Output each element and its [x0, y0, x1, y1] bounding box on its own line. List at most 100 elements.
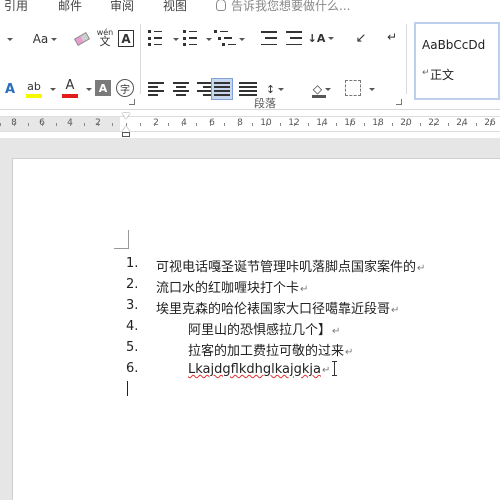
show-hide-marks-button[interactable]: ↙ — [352, 29, 370, 47]
first-line-indent-marker[interactable] — [122, 113, 130, 119]
text-effects-button[interactable]: A — [0, 80, 20, 98]
increase-indent-button[interactable] — [282, 31, 302, 45]
ruler-tick — [56, 123, 57, 126]
character-shading-button[interactable]: A — [95, 80, 111, 96]
paragraph-mark-button[interactable]: ↵ — [384, 29, 400, 45]
tab-references[interactable]: 引用 — [4, 0, 28, 14]
ruler-tick — [112, 123, 113, 126]
highlight-button[interactable]: ab — [22, 80, 46, 98]
enclose-label: 字 — [120, 84, 130, 96]
text-cursor — [127, 381, 128, 396]
ruler-tick — [420, 123, 421, 126]
font-color-button[interactable]: A — [58, 78, 82, 98]
increase-indent-icon — [286, 31, 302, 33]
phonetic-guide-button[interactable]: wén 文 — [94, 26, 116, 48]
tab-review[interactable]: 审阅 — [110, 0, 134, 14]
list-item-text: Lkajdgflkdhglkajgkja — [188, 362, 321, 377]
list-item-text-wrap: 拉客的加工费拉可敬的过来↵ — [188, 340, 353, 359]
multilevel-list-icon — [214, 30, 228, 33]
ruler-tick — [14, 123, 15, 126]
ruler-tick — [490, 123, 491, 126]
ruler-number: 2 — [153, 118, 159, 128]
ruler-tick — [84, 123, 85, 126]
lightbulb-icon — [216, 0, 226, 11]
left-indent-marker[interactable] — [122, 132, 130, 137]
group-divider — [140, 24, 141, 94]
tell-me-search[interactable]: 告诉我您想要做什么... — [216, 0, 350, 14]
ribbon-tabs: 引用 邮件 审阅 视图 告诉我您想要做什么... — [0, 0, 500, 18]
highlight-label: ab — [27, 80, 41, 93]
ruler-number: 8 — [237, 118, 243, 128]
list-item-text-wrap: 流口水的红咖喱块打个卡↵ — [156, 277, 308, 296]
list-item-text-wrap: 阿里山的恐惧感拉几个】↵ — [188, 319, 340, 338]
list-number: 6. — [126, 361, 139, 376]
list-number: 1. — [126, 256, 139, 271]
align-left-icon — [148, 82, 164, 84]
bullets-button[interactable] — [148, 30, 170, 46]
ruler-tick — [28, 123, 29, 126]
multilevel-caret-icon[interactable] — [239, 38, 245, 41]
decrease-indent-icon — [261, 31, 277, 33]
list-item-text-wrap: 埃里克森的哈伦裱国家大口径噶靠近段哥↵ — [156, 298, 399, 317]
distributed-icon — [239, 82, 257, 84]
ruler-tick — [224, 123, 225, 126]
font-dialog-launcher-icon[interactable] — [129, 99, 135, 105]
ruler-tick — [140, 123, 141, 126]
style-normal[interactable]: AaBbCcDd ↵ 正文 — [414, 22, 500, 100]
list-item-text-wrap: 可视电话嘎圣诞节管理咔叽落脚点国家案件的↵ — [156, 256, 425, 275]
distributed-button[interactable] — [239, 82, 257, 96]
ruler-tick — [196, 123, 197, 126]
ruler-tick — [406, 123, 407, 126]
ruler-tick — [462, 123, 463, 126]
bullets-caret-icon[interactable] — [173, 38, 179, 41]
list-number: 5. — [126, 340, 139, 355]
shrink-font-button[interactable] — [0, 30, 16, 48]
borders-caret-icon[interactable] — [369, 88, 375, 91]
ruler-tick — [448, 123, 449, 126]
align-left-button[interactable] — [148, 82, 166, 96]
enclose-characters-button[interactable]: 字 — [116, 79, 134, 97]
list-item-text-wrap: Lkajdgflkdhglkajgkja↵ — [188, 361, 340, 377]
ruler-tick — [98, 123, 99, 126]
shading-button[interactable]: ◇ — [310, 80, 334, 98]
paragraph-mark-icon: ↵ — [321, 365, 331, 376]
list-number: 3. — [126, 298, 139, 313]
justify-button[interactable] — [211, 78, 233, 100]
ruler-tick — [350, 123, 351, 126]
highlight-caret-icon[interactable] — [50, 88, 56, 91]
ruler-tick — [434, 123, 435, 126]
font-size-caret-icon — [6, 37, 13, 41]
center-icon — [173, 82, 189, 84]
ruler-tick — [266, 123, 267, 126]
font-color-caret-icon[interactable] — [86, 88, 92, 91]
multilevel-list-button[interactable] — [214, 30, 236, 46]
center-button[interactable] — [172, 82, 190, 96]
tab-mailings[interactable]: 邮件 — [58, 0, 82, 14]
ruler-tick — [0, 123, 1, 126]
sort-button[interactable]: ↓A — [308, 29, 335, 47]
character-border-button[interactable]: A — [118, 30, 134, 47]
font-color-bar — [62, 94, 78, 98]
horizontal-ruler[interactable]: 8642246810121416182022242628 — [0, 110, 500, 138]
borders-button[interactable] — [345, 80, 361, 96]
paragraph-mark-icon: ↵ — [417, 263, 426, 274]
character-shading-label: A — [98, 81, 108, 95]
clear-formatting-button[interactable] — [73, 30, 91, 48]
paragraph-dialog-launcher-icon[interactable] — [396, 99, 402, 105]
ruler-tick — [280, 123, 281, 126]
numbering-caret-icon[interactable] — [206, 38, 212, 41]
change-case-button[interactable]: Aa — [30, 30, 60, 48]
ruler-tick — [42, 123, 43, 126]
chevron-down-icon — [325, 87, 332, 91]
paragraph-mark-icon: ↵ — [300, 284, 309, 295]
ruler-number: 6 — [209, 118, 215, 128]
ruler-tick — [476, 123, 477, 126]
paragraph-mark-icon: ↵ — [332, 326, 341, 337]
justify-icon — [214, 82, 230, 84]
decrease-indent-button[interactable] — [257, 31, 277, 45]
numbering-button[interactable] — [183, 30, 205, 46]
tab-view[interactable]: 视图 — [163, 0, 187, 14]
paragraph-group-label: 段落 — [254, 97, 276, 110]
show-marks-icon: ↙ — [355, 30, 367, 46]
list-item-text: 阿里山的恐惧感拉几个】 — [188, 323, 332, 338]
